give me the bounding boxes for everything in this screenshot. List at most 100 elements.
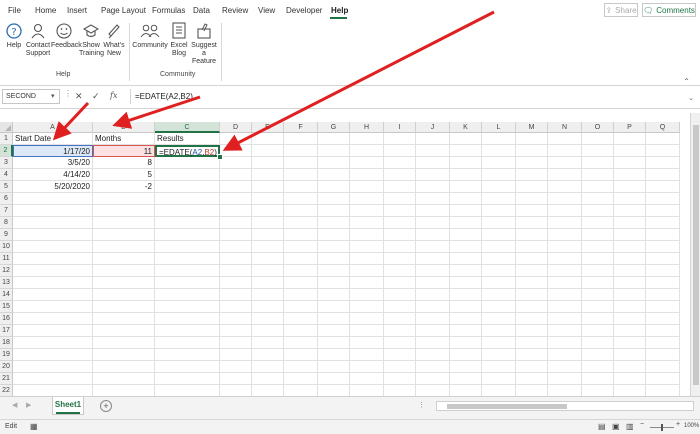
empty-cell[interactable] bbox=[155, 181, 220, 193]
empty-cell[interactable] bbox=[220, 241, 252, 253]
empty-cell[interactable] bbox=[350, 217, 384, 229]
empty-cell[interactable] bbox=[284, 253, 318, 265]
empty-cell[interactable] bbox=[220, 301, 252, 313]
tab-insert[interactable]: Insert bbox=[67, 6, 87, 15]
tab-file[interactable]: File bbox=[8, 6, 21, 15]
empty-cell[interactable] bbox=[482, 385, 516, 396]
empty-cell[interactable] bbox=[548, 145, 582, 157]
empty-cell[interactable] bbox=[155, 301, 220, 313]
empty-cell[interactable] bbox=[252, 157, 284, 169]
cell-b4[interactable]: 5 bbox=[93, 169, 155, 181]
empty-cell[interactable] bbox=[450, 325, 482, 337]
empty-cell[interactable] bbox=[252, 277, 284, 289]
empty-cell[interactable] bbox=[384, 265, 416, 277]
row-header-21[interactable]: 21 bbox=[0, 373, 13, 385]
empty-cell[interactable] bbox=[416, 301, 450, 313]
row-header-18[interactable]: 18 bbox=[0, 337, 13, 349]
row-header-5[interactable]: 5 bbox=[0, 181, 13, 193]
empty-cell[interactable] bbox=[155, 349, 220, 361]
empty-cell[interactable] bbox=[93, 301, 155, 313]
empty-cell[interactable] bbox=[646, 385, 680, 396]
empty-cell[interactable] bbox=[252, 145, 284, 157]
empty-cell[interactable] bbox=[284, 301, 318, 313]
empty-cell[interactable] bbox=[450, 313, 482, 325]
empty-cell[interactable] bbox=[450, 169, 482, 181]
empty-cell[interactable] bbox=[155, 289, 220, 301]
empty-cell[interactable] bbox=[450, 337, 482, 349]
empty-cell[interactable] bbox=[220, 205, 252, 217]
macro-record-icon[interactable]: ▦ bbox=[30, 422, 38, 431]
empty-cell[interactable] bbox=[450, 241, 482, 253]
row-header-2[interactable]: 2 bbox=[0, 145, 13, 157]
cell-a4[interactable]: 4/14/20 bbox=[13, 169, 93, 181]
chevron-down-icon[interactable]: ▾ bbox=[51, 89, 55, 104]
cell-b5[interactable]: -2 bbox=[93, 181, 155, 193]
empty-cell[interactable] bbox=[220, 325, 252, 337]
empty-cell[interactable] bbox=[582, 217, 614, 229]
empty-cell[interactable] bbox=[252, 337, 284, 349]
empty-cell[interactable] bbox=[582, 181, 614, 193]
tab-view[interactable]: View bbox=[258, 6, 275, 15]
empty-cell[interactable] bbox=[482, 253, 516, 265]
empty-cell[interactable] bbox=[450, 385, 482, 396]
column-header-a[interactable]: A bbox=[13, 122, 93, 133]
empty-cell[interactable] bbox=[252, 265, 284, 277]
empty-cell[interactable] bbox=[13, 277, 93, 289]
empty-cell[interactable] bbox=[646, 229, 680, 241]
empty-cell[interactable] bbox=[614, 217, 646, 229]
zoom-in-icon[interactable]: + bbox=[676, 421, 680, 428]
column-header-m[interactable]: M bbox=[516, 122, 548, 133]
row-header-19[interactable]: 19 bbox=[0, 349, 13, 361]
empty-cell[interactable] bbox=[384, 229, 416, 241]
empty-cell[interactable] bbox=[252, 181, 284, 193]
empty-cell[interactable] bbox=[646, 277, 680, 289]
empty-cell[interactable] bbox=[350, 169, 384, 181]
tab-formulas[interactable]: Formulas bbox=[152, 6, 185, 15]
empty-cell[interactable] bbox=[284, 349, 318, 361]
empty-cell[interactable] bbox=[384, 373, 416, 385]
empty-cell[interactable] bbox=[450, 217, 482, 229]
empty-cell[interactable] bbox=[318, 145, 350, 157]
empty-cell[interactable] bbox=[93, 277, 155, 289]
empty-cell[interactable] bbox=[384, 241, 416, 253]
empty-cell[interactable] bbox=[582, 385, 614, 396]
empty-cell[interactable] bbox=[450, 133, 482, 145]
empty-cell[interactable] bbox=[450, 205, 482, 217]
page-layout-view-icon[interactable]: ▣ bbox=[612, 422, 620, 431]
column-header-o[interactable]: O bbox=[582, 122, 614, 133]
empty-cell[interactable] bbox=[350, 301, 384, 313]
tab-developer[interactable]: Developer bbox=[286, 6, 322, 15]
worksheet-grid[interactable]: ABCDEFGHIJKLMNOPQ 1 2 3 4 5 6 7 8 9 10 11 12 13 14 15 1… bbox=[0, 113, 690, 396]
empty-cell[interactable] bbox=[384, 289, 416, 301]
empty-cell[interactable] bbox=[482, 349, 516, 361]
empty-cell[interactable] bbox=[482, 145, 516, 157]
cell-a1[interactable]: Start Date bbox=[13, 133, 93, 145]
tab-data[interactable]: Data bbox=[193, 6, 210, 15]
empty-cell[interactable] bbox=[614, 193, 646, 205]
empty-cell[interactable] bbox=[252, 241, 284, 253]
empty-cell[interactable] bbox=[582, 325, 614, 337]
empty-cell[interactable] bbox=[582, 289, 614, 301]
empty-cell[interactable] bbox=[318, 277, 350, 289]
empty-cell[interactable] bbox=[450, 349, 482, 361]
empty-cell[interactable] bbox=[93, 313, 155, 325]
empty-cell[interactable] bbox=[155, 325, 220, 337]
empty-cell[interactable] bbox=[548, 265, 582, 277]
empty-cell[interactable] bbox=[350, 337, 384, 349]
empty-cell[interactable] bbox=[614, 361, 646, 373]
empty-cell[interactable] bbox=[582, 169, 614, 181]
empty-cell[interactable] bbox=[220, 133, 252, 145]
empty-cell[interactable] bbox=[252, 229, 284, 241]
empty-cell[interactable] bbox=[350, 265, 384, 277]
empty-cell[interactable] bbox=[582, 373, 614, 385]
empty-cell[interactable] bbox=[93, 253, 155, 265]
empty-cell[interactable] bbox=[220, 157, 252, 169]
empty-cell[interactable] bbox=[318, 289, 350, 301]
cell-c1[interactable]: Results bbox=[155, 133, 220, 145]
empty-cell[interactable] bbox=[284, 193, 318, 205]
empty-cell[interactable] bbox=[93, 373, 155, 385]
empty-cell[interactable] bbox=[13, 373, 93, 385]
empty-cell[interactable] bbox=[252, 325, 284, 337]
insert-function-icon[interactable]: fx bbox=[110, 91, 117, 100]
empty-cell[interactable] bbox=[646, 241, 680, 253]
